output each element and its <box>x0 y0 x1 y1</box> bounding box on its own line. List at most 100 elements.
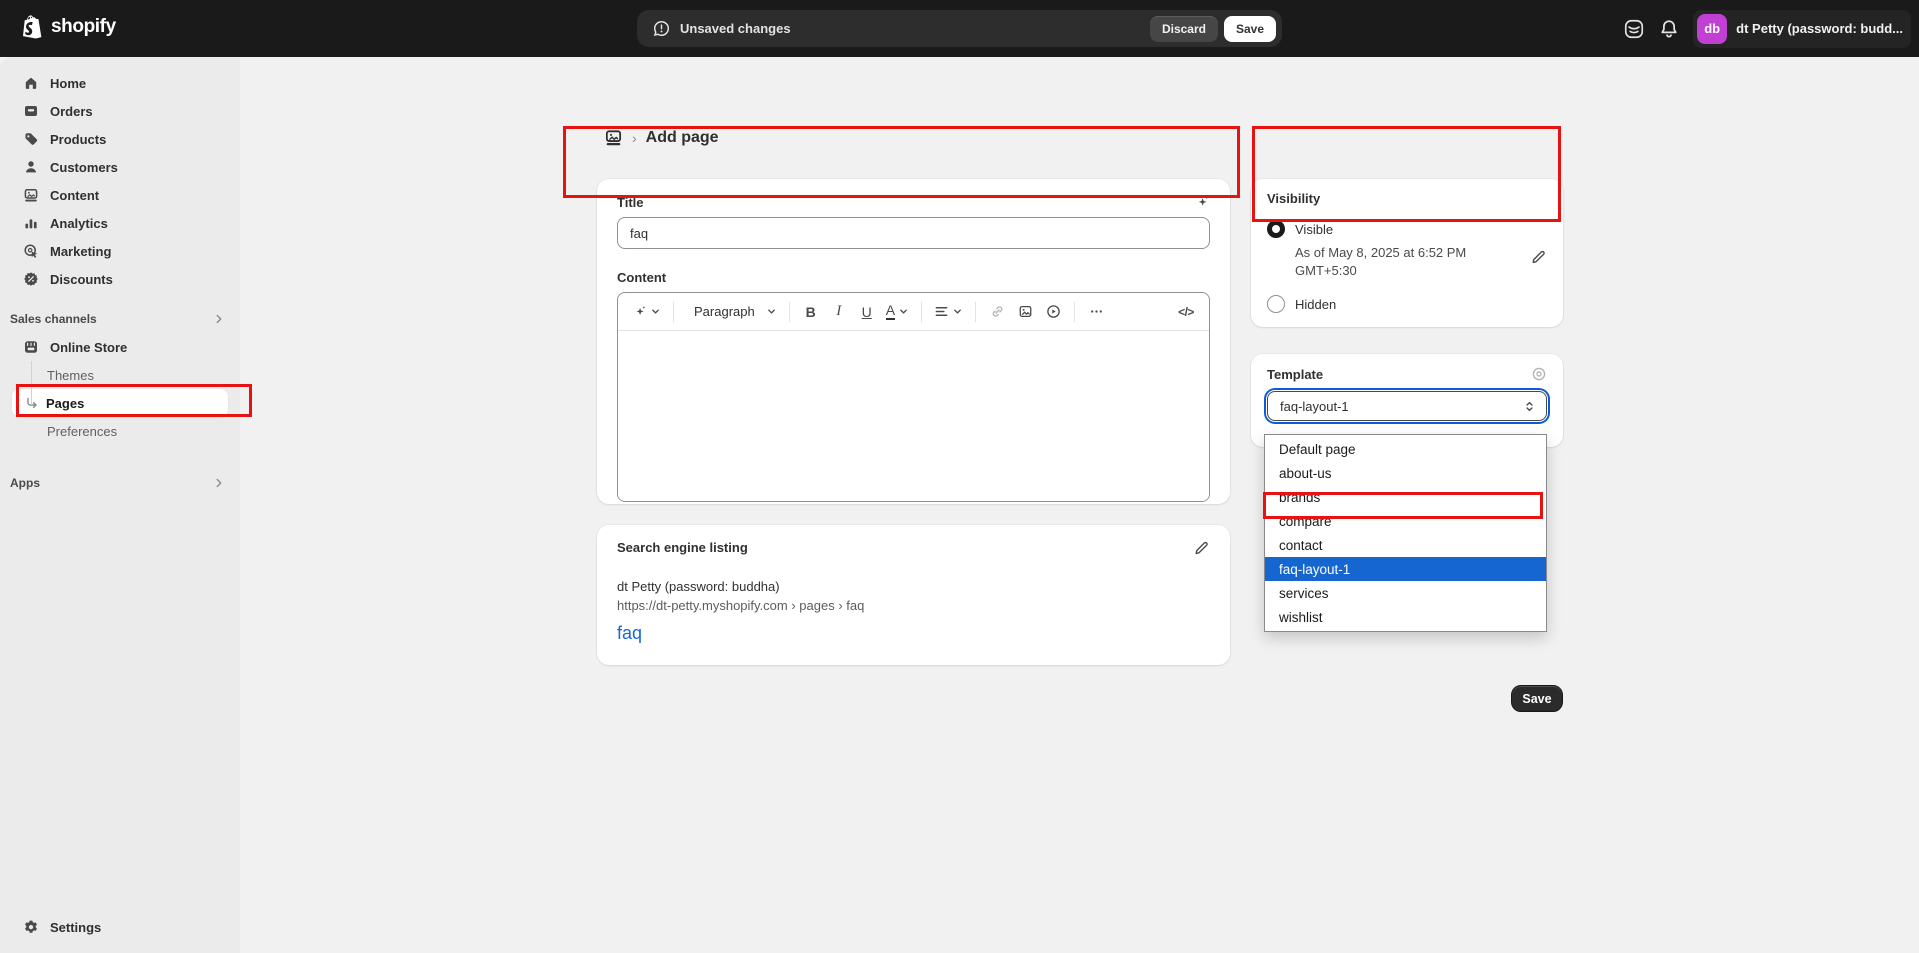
radio-unselected-icon[interactable] <box>1267 295 1285 313</box>
sidebar-item-label: Settings <box>50 920 101 935</box>
content-editor-textarea[interactable] <box>618 331 1209 502</box>
sidebar-item-content[interactable]: Content <box>12 181 228 209</box>
align-left-icon <box>934 304 949 319</box>
bar-chart-icon <box>22 215 39 231</box>
target-cursor-icon <box>22 243 39 259</box>
play-circle-icon <box>1046 304 1061 319</box>
unsaved-changes-banner: Unsaved changes Discard Save <box>637 10 1282 47</box>
sidebar-item-online-store[interactable]: Online Store <box>12 333 228 361</box>
seo-page-link[interactable]: faq <box>617 623 642 644</box>
dropdown-option-faq-layout-1[interactable]: faq-layout-1 <box>1265 557 1546 581</box>
edit-pencil-icon[interactable] <box>1194 539 1210 555</box>
dropdown-option-default-page[interactable]: Default page <box>1265 437 1546 461</box>
toolbar-divider <box>673 302 674 322</box>
text-color-button[interactable]: A <box>882 298 913 326</box>
sidebar-item-label: Home <box>50 76 86 91</box>
person-icon <box>22 159 39 175</box>
sidebar-item-label: Marketing <box>50 244 111 259</box>
sidebar-subitem-preferences[interactable]: Preferences <box>12 417 228 445</box>
content-frame: Home Orders Products Customers Content A… <box>0 57 1919 953</box>
insert-video-button[interactable] <box>1040 298 1066 326</box>
sidebar-subitem-pages[interactable]: Pages <box>12 389 228 417</box>
tree-connector-line <box>31 361 32 405</box>
edit-pencil-icon[interactable] <box>1531 248 1547 264</box>
unsaved-changes-text: Unsaved changes <box>680 21 791 36</box>
sidebar-item-home[interactable]: Home <box>12 69 228 97</box>
view-icon[interactable] <box>1531 366 1547 382</box>
user-avatar: db <box>1697 14 1727 44</box>
save-button-topbar[interactable]: Save <box>1224 16 1276 42</box>
sidebar-item-label: Online Store <box>50 340 127 355</box>
sidebar-item-label: Orders <box>50 104 93 119</box>
title-content-card: Title Content Paragraph B <box>597 179 1230 504</box>
insert-image-button[interactable] <box>1012 298 1038 326</box>
rich-text-editor: Paragraph B I U A <box>617 292 1210 502</box>
apps-header[interactable]: Apps <box>0 469 240 497</box>
sidebar-item-label: Products <box>50 132 106 147</box>
select-stepper-icon <box>1523 400 1536 413</box>
sidebar-item-label: Discounts <box>50 272 113 287</box>
title-input[interactable] <box>617 217 1210 249</box>
chevron-right-icon <box>212 476 226 490</box>
bold-button[interactable]: B <box>798 298 824 326</box>
sidebar-item-label: Content <box>50 188 99 203</box>
sidebar-item-analytics[interactable]: Analytics <box>12 209 228 237</box>
pages-breadcrumb-icon[interactable] <box>604 128 623 147</box>
toolbar-divider <box>975 302 976 322</box>
discount-badge-icon <box>22 271 39 287</box>
visibility-card: Visibility Visible As of May 8, 2025 at … <box>1251 179 1563 327</box>
show-html-button[interactable]: </> <box>1173 298 1199 326</box>
breadcrumb: › Add page <box>604 128 719 147</box>
user-menu[interactable]: db dt Petty (password: budd... <box>1693 10 1911 48</box>
toolbar-divider <box>789 302 790 322</box>
dropdown-option-about-us[interactable]: about-us <box>1265 461 1546 485</box>
breadcrumb-separator: › <box>632 130 637 146</box>
home-icon <box>22 75 39 91</box>
radio-selected-icon[interactable] <box>1267 220 1285 238</box>
sidebar-item-settings[interactable]: Settings <box>12 913 228 941</box>
underline-button[interactable]: U <box>854 298 880 326</box>
topbar: shopify Unsaved changes Discard Save <box>0 0 1919 57</box>
shopify-logo[interactable]: shopify <box>20 14 116 40</box>
italic-button[interactable]: I <box>826 298 852 326</box>
sidebar-item-orders[interactable]: Orders <box>12 97 228 125</box>
dropdown-option-brands[interactable]: brands <box>1265 485 1546 509</box>
sparkle-icon <box>632 304 647 319</box>
sales-channels-header[interactable]: Sales channels <box>0 305 240 333</box>
dropdown-option-contact[interactable]: contact <box>1265 533 1546 557</box>
page-title: Add page <box>646 129 719 147</box>
dropdown-option-compare[interactable]: compare <box>1265 509 1546 533</box>
title-field-label: Title <box>617 195 644 210</box>
ai-sparkle-icon[interactable] <box>1194 194 1210 210</box>
sidebar: Home Orders Products Customers Content A… <box>0 57 240 953</box>
seo-site-title: dt Petty (password: buddha) <box>617 579 1210 594</box>
save-button-bottom[interactable]: Save <box>1511 685 1563 712</box>
sidebar-item-marketing[interactable]: Marketing <box>12 237 228 265</box>
image-icon <box>1018 304 1033 319</box>
sidekick-icon[interactable] <box>1623 18 1645 40</box>
dropdown-option-wishlist[interactable]: wishlist <box>1265 605 1546 629</box>
dropdown-option-services[interactable]: services <box>1265 581 1546 605</box>
user-name: dt Petty (password: budd... <box>1736 21 1903 36</box>
orders-icon <box>22 103 39 119</box>
toolbar-divider <box>1074 302 1075 322</box>
insert-link-button[interactable] <box>984 298 1010 326</box>
chevron-down-icon <box>898 306 909 317</box>
sidebar-item-customers[interactable]: Customers <box>12 153 228 181</box>
template-select[interactable]: faq-layout-1 <box>1267 391 1547 421</box>
visible-radio-row[interactable]: Visible <box>1267 220 1547 238</box>
template-selected-value: faq-layout-1 <box>1280 399 1349 414</box>
shopify-wordmark: shopify <box>51 16 116 38</box>
paragraph-style-dropdown[interactable]: Paragraph <box>682 298 781 326</box>
notifications-bell-icon[interactable] <box>1659 19 1679 39</box>
link-icon <box>990 304 1005 319</box>
alignment-button[interactable] <box>930 298 967 326</box>
more-options-button[interactable] <box>1083 298 1109 326</box>
hidden-radio-row[interactable]: Hidden <box>1267 295 1547 313</box>
sidebar-item-products[interactable]: Products <box>12 125 228 153</box>
sidebar-item-discounts[interactable]: Discounts <box>12 265 228 293</box>
shopify-bag-icon <box>20 14 44 40</box>
discard-button[interactable]: Discard <box>1150 16 1218 42</box>
sidebar-subitem-themes[interactable]: Themes <box>12 361 228 389</box>
ai-assist-button[interactable] <box>628 298 665 326</box>
